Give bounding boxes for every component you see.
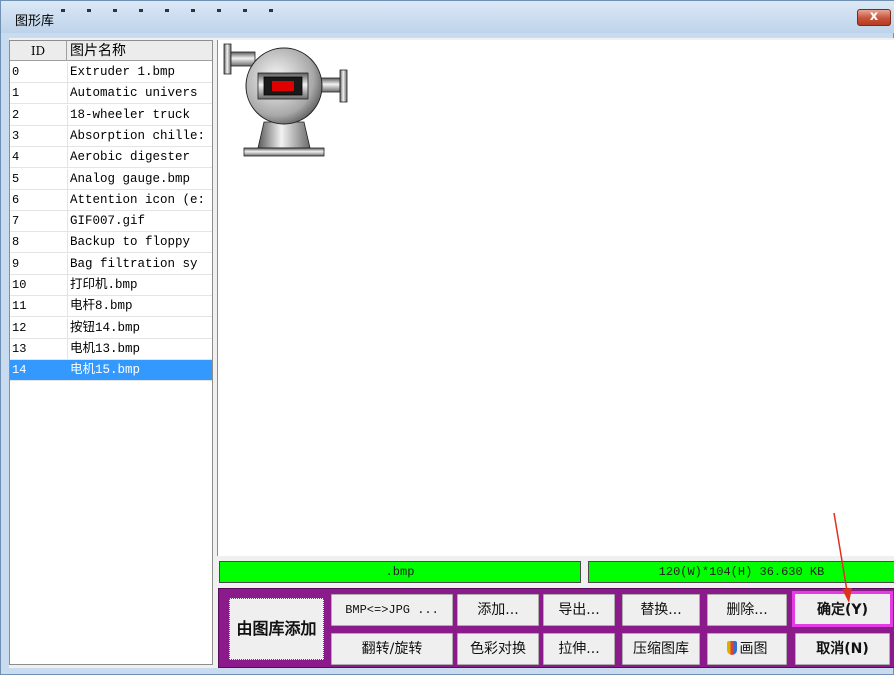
list-item-id: 9 [12,256,20,271]
list-item-id: 5 [12,171,20,186]
list-item[interactable]: 10 打印机.bmp [10,275,212,296]
flip-rotate-button[interactable]: 翻转/旋转 [331,633,453,665]
list-item-name: Absorption chille: [70,128,206,143]
list-item[interactable]: 0 Extruder 1.bmp [10,62,212,83]
list-item-name: Automatic univers [70,86,198,101]
image-list[interactable]: ID 图片名称 0 Extruder 1.bmp 1 Automatic univer… [9,40,213,665]
list-item-name: 电机15.bmp [70,363,141,378]
list-item-name: Attention icon (e: [70,192,206,207]
list-item[interactable]: 2 18-wheeler truck [10,104,212,126]
color-swap-button[interactable]: 色彩对换 [457,633,539,665]
window-title: 图形库 [15,14,55,29]
list-item[interactable]: 6 Attention icon (e: [10,189,212,211]
motor-pump-icon [223,43,348,157]
list-item-name: Aerobic digester [70,150,191,165]
list-item[interactable]: 13 电机13.bmp [10,338,212,360]
list-item-id: 11 [12,299,27,314]
column-separator [67,253,68,274]
list-item[interactable]: 14 电机15.bmp [10,360,212,382]
column-header-id[interactable]: ID [10,41,67,61]
column-separator [67,147,68,168]
list-item-id: 0 [12,65,20,79]
list-item-id: 4 [12,150,20,165]
add-button[interactable]: 添加... [457,594,539,626]
paint-label: 画图 [739,641,768,657]
list-item-name: Analog gauge.bmp [70,171,191,186]
column-separator [67,338,68,359]
column-separator [67,211,68,232]
list-item-name: 打印机.bmp [70,278,138,292]
list-item[interactable]: 12 按钮14.bmp [10,317,212,339]
list-item-id: 2 [12,107,20,122]
bmp-jpg-convert-button[interactable]: BMP<=>JPG ... [331,594,453,626]
button-panel: 由图库添加 BMP<=>JPG ... 添加... 导出... 替换... 删除… [218,588,894,668]
column-separator [67,296,68,317]
title-bar[interactable]: 图形库 x [1,1,894,33]
list-item-id: 3 [12,128,20,143]
list-item-id: 6 [12,192,20,207]
column-separator [67,189,68,210]
image-preview [217,40,894,556]
column-separator [67,104,68,125]
list-item[interactable]: 1 Automatic univers [10,83,212,105]
list-item[interactable]: 7 GIF007.gif [10,211,212,233]
list-item-id: 14 [12,363,27,378]
export-button[interactable]: 导出... [543,594,615,626]
cancel-button[interactable]: 取消(N) [795,633,890,665]
column-separator [67,317,68,338]
paint-brush-icon [726,641,737,655]
list-item-id: 12 [12,320,27,335]
confirm-button[interactable]: 确定(Y) [792,591,893,627]
list-header: ID 图片名称 [10,41,212,61]
compress-library-button[interactable]: 压缩图库 [622,633,700,665]
close-button[interactable]: x [857,9,891,26]
column-separator [67,232,68,253]
image-info-status: 120(W)*104(H) 36.630 KB [588,561,894,583]
stretch-button[interactable]: 拉伸... [543,633,615,665]
delete-button[interactable]: 删除... [707,594,787,626]
paint-button[interactable]: 画图 [707,633,787,665]
list-item-id: 8 [12,235,20,250]
column-separator [67,83,68,104]
list-item[interactable]: 4 Aerobic digester [10,147,212,169]
list-item-id: 7 [12,214,20,229]
replace-button[interactable]: 替换... [622,594,700,626]
list-item-name: Bag filtration sy [70,256,198,271]
column-separator [67,62,68,82]
list-item-name: 电杆8.bmp [70,299,133,314]
list-item[interactable]: 9 Bag filtration sy [10,253,212,275]
column-separator [67,125,68,146]
close-icon: x [869,9,879,24]
list-item[interactable]: 5 Analog gauge.bmp [10,168,212,190]
list-item[interactable]: 8 Backup to floppy [10,232,212,254]
filename-status: .bmp [219,561,581,583]
title-bar-dots [61,1,301,12]
graphics-library-window: 图形库 x ID 图片名称 0 Extruder 1.bmp 1 Automatic … [0,0,894,675]
list-item-name: 按钮14.bmp [70,320,141,335]
column-separator [67,168,68,189]
list-item-id: 10 [12,278,27,292]
list-item-id: 13 [12,341,27,356]
list-item[interactable]: 11 电杆8.bmp [10,296,212,318]
list-item[interactable]: 3 Absorption chille: [10,125,212,147]
column-header-name[interactable]: 图片名称 [68,41,212,61]
list-item-id: 1 [12,86,20,101]
list-item-name: 18-wheeler truck [70,107,191,122]
list-item-name: Backup to floppy [70,235,191,250]
column-separator [67,360,68,381]
column-separator [67,275,68,295]
add-from-library-button[interactable]: 由图库添加 [229,598,324,660]
list-item-name: Extruder 1.bmp [70,65,176,79]
list-item-name: 电机13.bmp [70,341,141,356]
list-item-name: GIF007.gif [70,214,146,229]
